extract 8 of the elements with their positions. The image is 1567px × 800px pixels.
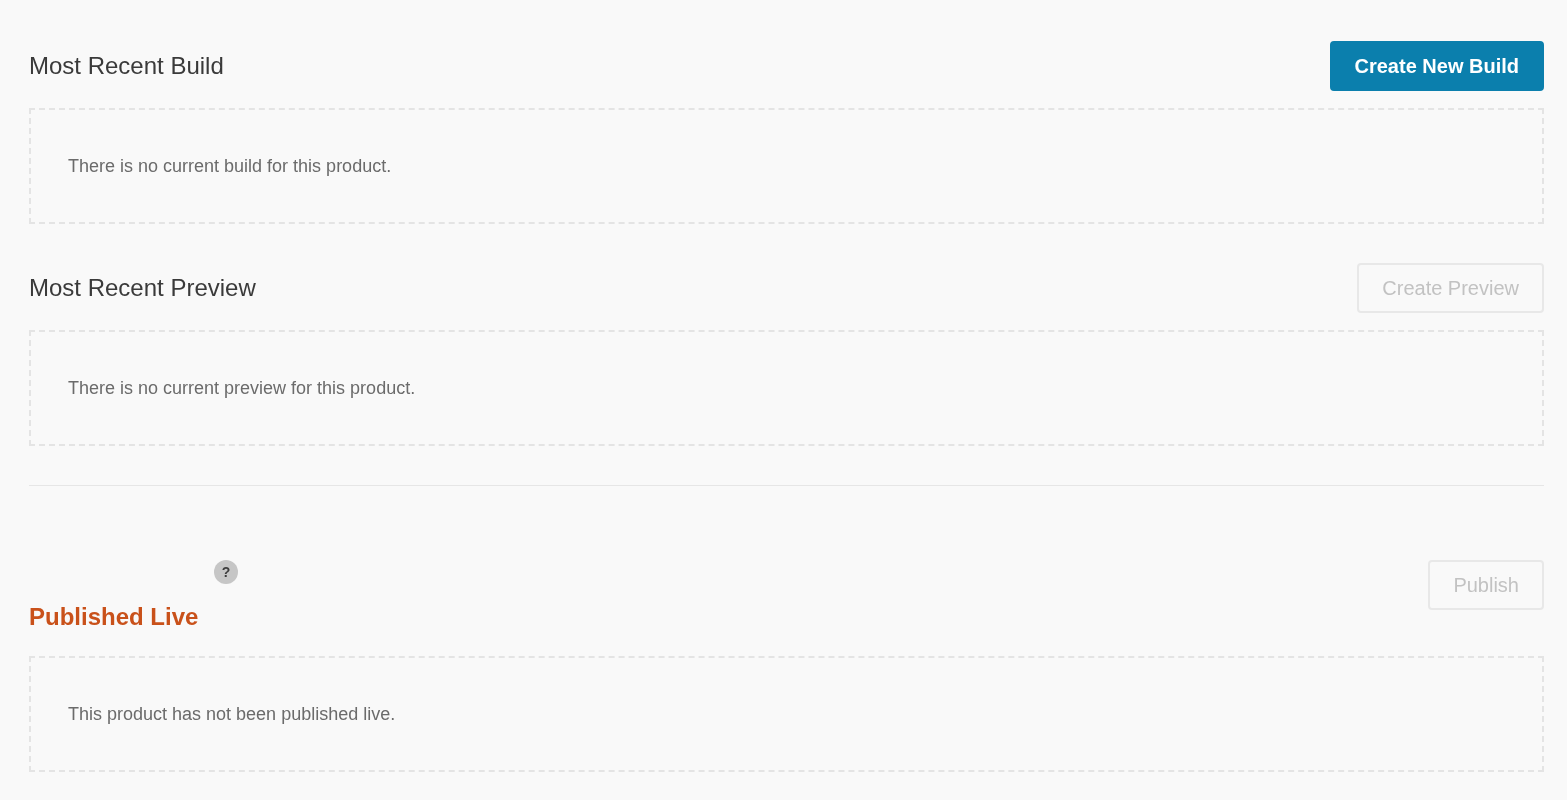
empty-message: There is no current build for this product.	[68, 155, 393, 178]
section-title: Most Recent Preview	[29, 273, 256, 303]
section-title: Most Recent Build	[29, 51, 224, 81]
empty-message: This product has not been published live.	[68, 703, 397, 726]
help-button[interactable]: ?	[214, 560, 238, 584]
action-button[interactable]: Create New Build	[1329, 41, 1544, 91]
empty-message: There is no current preview for this product.	[68, 377, 417, 400]
section-title: Published Live	[29, 602, 199, 632]
